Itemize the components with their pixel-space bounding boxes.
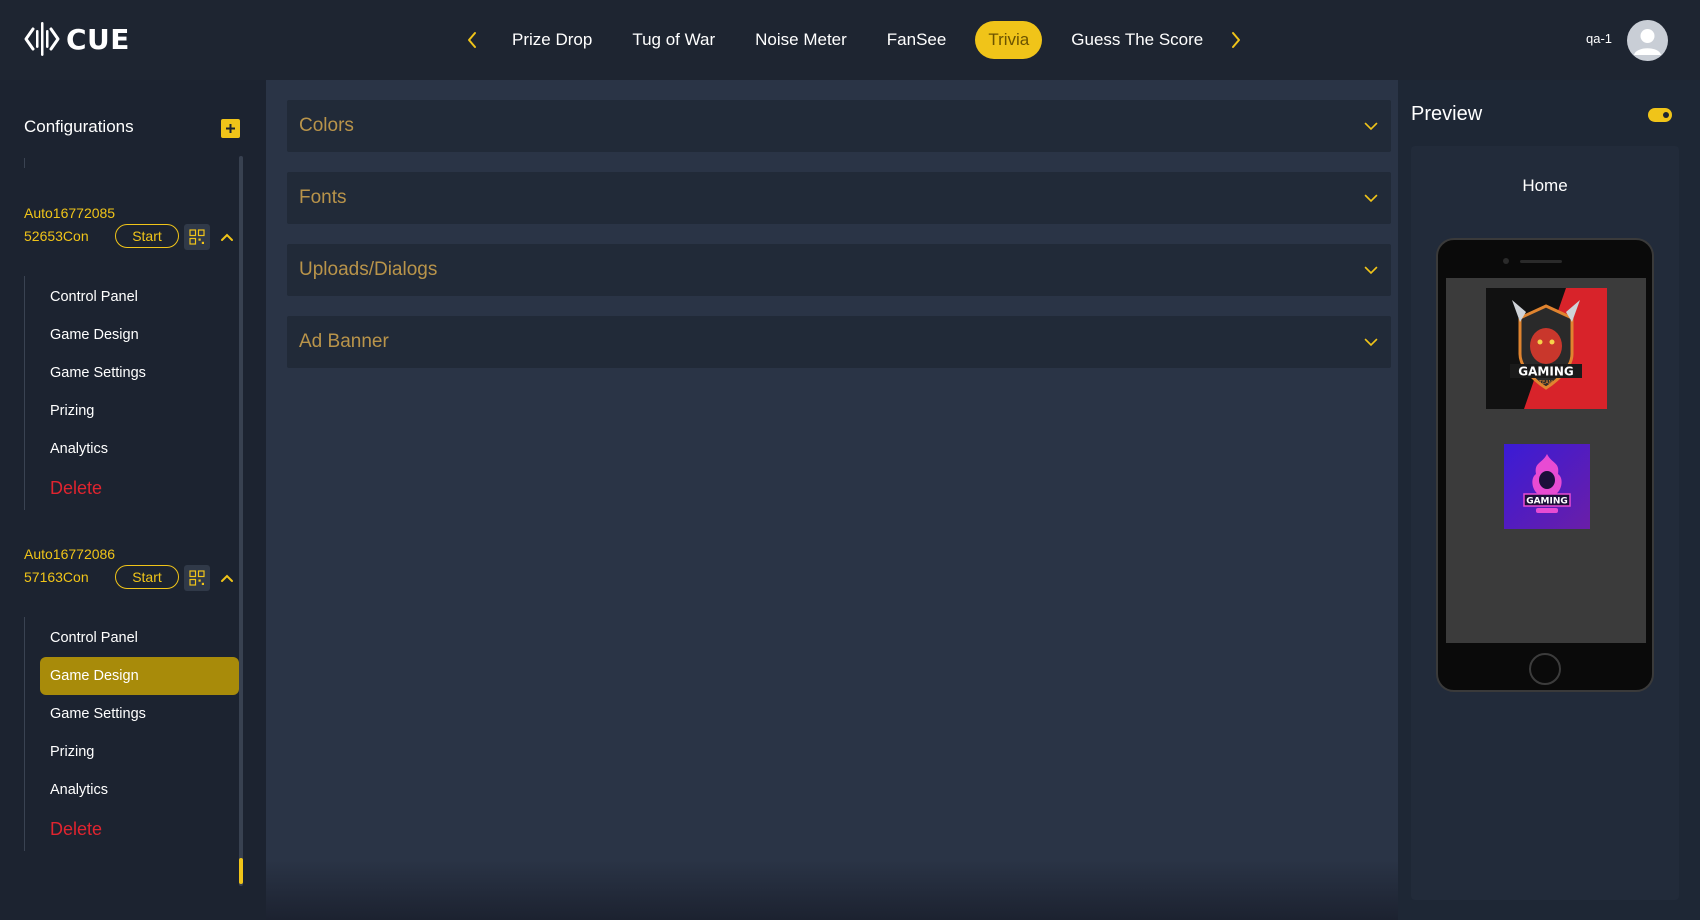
section-ad-banner[interactable]: Ad Banner — [287, 316, 1391, 368]
brand-name: CUE — [66, 22, 130, 56]
menu-item-game-settings[interactable]: Game Settings — [40, 354, 239, 392]
cue-logo-icon — [24, 22, 60, 56]
sidebar-scrollbar-thumb[interactable] — [239, 858, 243, 884]
phone-home-button — [1529, 653, 1561, 685]
phone-speaker — [1520, 260, 1562, 263]
logo[interactable]: CUE — [24, 20, 130, 58]
section-label: Fonts — [299, 187, 347, 208]
tab-prize-drop[interactable]: Prize Drop — [492, 21, 612, 59]
toggle-knob — [1663, 112, 1669, 118]
nav-prev-button[interactable] — [460, 28, 484, 52]
menu-item-game-settings[interactable]: Game Settings — [40, 695, 239, 733]
chevron-down-icon — [1361, 116, 1381, 136]
preview-screen-title: Home — [1522, 176, 1568, 195]
sidebar-title: Configurations — [24, 117, 134, 136]
chevron-down-icon — [1361, 188, 1381, 208]
divider — [24, 158, 25, 168]
tab-fansee[interactable]: FanSee — [867, 21, 967, 59]
delete-config-button[interactable]: Delete — [40, 469, 239, 507]
section-fonts[interactable]: Fonts — [287, 172, 1391, 224]
logo1-subtext: TEAM — [1538, 380, 1553, 386]
section-colors[interactable]: Colors — [287, 100, 1391, 152]
menu-item-game-design[interactable]: Game Design — [40, 316, 239, 354]
menu-item-analytics[interactable]: Analytics — [40, 430, 239, 468]
menu-item-game-design[interactable]: Game Design — [40, 657, 239, 695]
tab-guess-the-score[interactable]: Guess The Score — [1051, 21, 1220, 59]
qr-code-icon — [189, 570, 205, 586]
logo1-text: GAMING — [1518, 365, 1573, 379]
start-button[interactable]: Start — [115, 224, 179, 248]
menu-divider — [24, 617, 25, 851]
avatar[interactable] — [1627, 20, 1668, 61]
game-tabs-nav: Prize Drop Tug of War Noise Meter FanSee… — [460, 20, 1248, 60]
menu-item-analytics[interactable]: Analytics — [40, 771, 239, 809]
sidebar-scrollbar[interactable] — [239, 156, 243, 886]
menu-divider — [24, 276, 25, 510]
chevron-right-icon — [1232, 32, 1240, 48]
add-configuration-button[interactable] — [221, 119, 240, 138]
user-icon — [1634, 29, 1661, 55]
config-name[interactable]: Auto1677208552653Con — [24, 202, 116, 247]
section-label: Colors — [299, 115, 354, 136]
phone-camera — [1503, 258, 1509, 264]
plus-icon — [226, 124, 235, 133]
chevron-up-icon — [221, 574, 233, 582]
gaming-logo-image: GAMING — [1504, 444, 1590, 529]
nav-next-button[interactable] — [1224, 28, 1248, 52]
gaming-team-logo-image: GAMING TEAM — [1486, 288, 1607, 409]
qr-code-icon — [189, 229, 205, 245]
delete-config-button[interactable]: Delete — [40, 810, 239, 848]
nav-tab-track: Prize Drop Tug of War Noise Meter FanSee… — [492, 21, 1220, 59]
chevron-up-icon — [221, 233, 233, 241]
preview-title: Preview — [1411, 103, 1483, 125]
section-uploads-dialogs[interactable]: Uploads/Dialogs — [287, 244, 1391, 296]
user-name: qa-1 — [1586, 31, 1613, 46]
section-label: Uploads/Dialogs — [299, 259, 438, 280]
chevron-left-icon — [468, 32, 476, 48]
collapse-button[interactable] — [218, 228, 236, 246]
qr-code-button[interactable] — [184, 565, 210, 591]
preview-toggle[interactable] — [1648, 108, 1672, 122]
config-name[interactable]: Auto1677208657163Con — [24, 543, 116, 588]
section-label: Ad Banner — [299, 331, 389, 352]
top-bar: CUE Prize Drop Tug of War Noise Meter Fa… — [0, 0, 1700, 80]
menu-item-prizing[interactable]: Prizing — [40, 733, 239, 771]
menu-item-control-panel[interactable]: Control Panel — [40, 278, 239, 316]
tab-tug-of-war[interactable]: Tug of War — [612, 21, 735, 59]
collapse-button[interactable] — [218, 569, 236, 587]
chevron-down-icon — [1361, 332, 1381, 352]
tab-noise-meter[interactable]: Noise Meter — [735, 21, 867, 59]
menu-item-prizing[interactable]: Prizing — [40, 392, 239, 430]
chevron-down-icon — [1361, 260, 1381, 280]
main-bottom-fade — [266, 860, 1398, 920]
qr-code-button[interactable] — [184, 224, 210, 250]
tab-trivia[interactable]: Trivia — [975, 21, 1043, 59]
logo2-text: GAMING — [1526, 497, 1568, 507]
start-button[interactable]: Start — [115, 565, 179, 589]
menu-item-control-panel[interactable]: Control Panel — [40, 619, 239, 657]
